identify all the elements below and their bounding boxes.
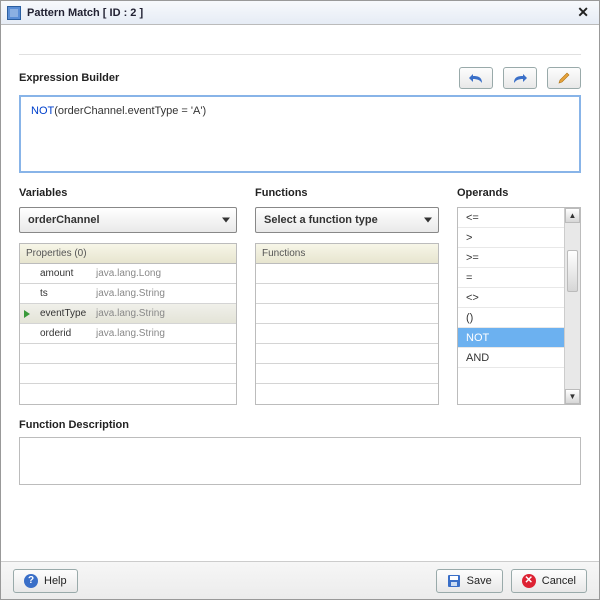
app-icon bbox=[7, 6, 21, 20]
pencil-icon bbox=[557, 71, 571, 85]
property-row[interactable]: orderid java.lang.String bbox=[20, 324, 236, 344]
property-row[interactable]: amount java.lang.Long bbox=[20, 264, 236, 284]
chevron-down-icon bbox=[424, 218, 432, 223]
save-button[interactable]: Save bbox=[436, 569, 503, 593]
operand-item[interactable]: = bbox=[458, 268, 564, 288]
function-description-label: Function Description bbox=[19, 419, 581, 431]
property-name: orderid bbox=[40, 328, 90, 339]
scroll-thumb[interactable] bbox=[567, 250, 578, 292]
redo-button[interactable] bbox=[503, 67, 537, 89]
operands-column: Operands <=>>==<>()NOTAND ▲ ▼ bbox=[457, 187, 581, 405]
operand-item[interactable]: () bbox=[458, 308, 564, 328]
property-row[interactable]: eventType java.lang.String bbox=[20, 304, 236, 324]
scroll-up-icon[interactable]: ▲ bbox=[565, 208, 580, 223]
functions-grid: Functions bbox=[255, 243, 439, 405]
function-row[interactable] bbox=[256, 324, 438, 344]
operand-item[interactable]: <> bbox=[458, 288, 564, 308]
close-icon[interactable]: ✕ bbox=[573, 4, 593, 21]
properties-grid: Properties (0) amountjava.lang.Longtsjav… bbox=[19, 243, 237, 405]
expression-keyword: NOT bbox=[31, 105, 54, 117]
functions-column: Functions Select a function type Functio… bbox=[255, 187, 439, 405]
function-row[interactable] bbox=[256, 364, 438, 384]
property-row[interactable]: ts java.lang.String bbox=[20, 284, 236, 304]
variables-label: Variables bbox=[19, 187, 237, 199]
property-name: eventType bbox=[40, 308, 90, 319]
property-row[interactable] bbox=[20, 364, 236, 384]
property-row[interactable] bbox=[20, 384, 236, 404]
operands-list: <=>>==<>()NOTAND ▲ ▼ bbox=[457, 207, 581, 405]
undo-icon bbox=[468, 72, 484, 84]
functions-header: Functions bbox=[256, 244, 438, 264]
operand-item[interactable]: NOT bbox=[458, 328, 564, 348]
function-description-box bbox=[19, 437, 581, 485]
dialog-window: Pattern Match [ ID : 2 ] ✕ Expression Bu… bbox=[0, 0, 600, 600]
scroll-down-icon[interactable]: ▼ bbox=[565, 389, 580, 404]
save-icon bbox=[447, 574, 461, 588]
properties-header: Properties (0) bbox=[20, 244, 236, 264]
functions-dropdown[interactable]: Select a function type bbox=[255, 207, 439, 233]
expression-body: (orderChannel.eventType = 'A') bbox=[54, 105, 206, 117]
functions-label: Functions bbox=[255, 187, 439, 199]
title-text: Pattern Match [ ID : 2 ] bbox=[27, 7, 573, 19]
help-button[interactable]: ? Help bbox=[13, 569, 78, 593]
operand-item[interactable]: <= bbox=[458, 208, 564, 228]
operand-item[interactable]: > bbox=[458, 228, 564, 248]
property-type: java.lang.String bbox=[96, 288, 165, 299]
edit-button[interactable] bbox=[547, 67, 581, 89]
chevron-down-icon bbox=[222, 218, 230, 223]
property-type: java.lang.String bbox=[96, 328, 165, 339]
help-button-label: Help bbox=[44, 575, 67, 587]
cancel-button-label: Cancel bbox=[542, 575, 576, 587]
function-row[interactable] bbox=[256, 264, 438, 284]
redo-icon bbox=[512, 72, 528, 84]
scrollbar[interactable]: ▲ ▼ bbox=[564, 208, 580, 404]
variables-dropdown[interactable]: orderChannel bbox=[19, 207, 237, 233]
property-type: java.lang.String bbox=[96, 308, 165, 319]
function-row[interactable] bbox=[256, 384, 438, 404]
property-name: ts bbox=[40, 288, 90, 299]
help-icon: ? bbox=[24, 574, 38, 588]
function-description-section: Function Description bbox=[19, 419, 581, 485]
expression-textarea[interactable]: NOT(orderChannel.eventType = 'A') bbox=[19, 95, 581, 173]
operands-label: Operands bbox=[457, 187, 581, 199]
expression-builder-label: Expression Builder bbox=[19, 72, 119, 84]
variables-column: Variables orderChannel Properties (0) am… bbox=[19, 187, 237, 405]
operand-item[interactable]: >= bbox=[458, 248, 564, 268]
content-area: Expression Builder NOT(orderChannel.even… bbox=[1, 25, 599, 561]
save-button-label: Save bbox=[467, 575, 492, 587]
operand-item[interactable]: AND bbox=[458, 348, 564, 368]
function-row[interactable] bbox=[256, 284, 438, 304]
title-bar: Pattern Match [ ID : 2 ] ✕ bbox=[1, 1, 599, 25]
function-row[interactable] bbox=[256, 344, 438, 364]
property-row[interactable] bbox=[20, 344, 236, 364]
undo-button[interactable] bbox=[459, 67, 493, 89]
function-row[interactable] bbox=[256, 304, 438, 324]
variables-dropdown-value: orderChannel bbox=[28, 214, 100, 226]
cancel-icon: ✕ bbox=[522, 574, 536, 588]
footer-bar: ? Help Save ✕ Cancel bbox=[1, 561, 599, 599]
cancel-button[interactable]: ✕ Cancel bbox=[511, 569, 587, 593]
functions-dropdown-value: Select a function type bbox=[264, 214, 378, 226]
property-type: java.lang.Long bbox=[96, 268, 161, 279]
property-name: amount bbox=[40, 268, 90, 279]
